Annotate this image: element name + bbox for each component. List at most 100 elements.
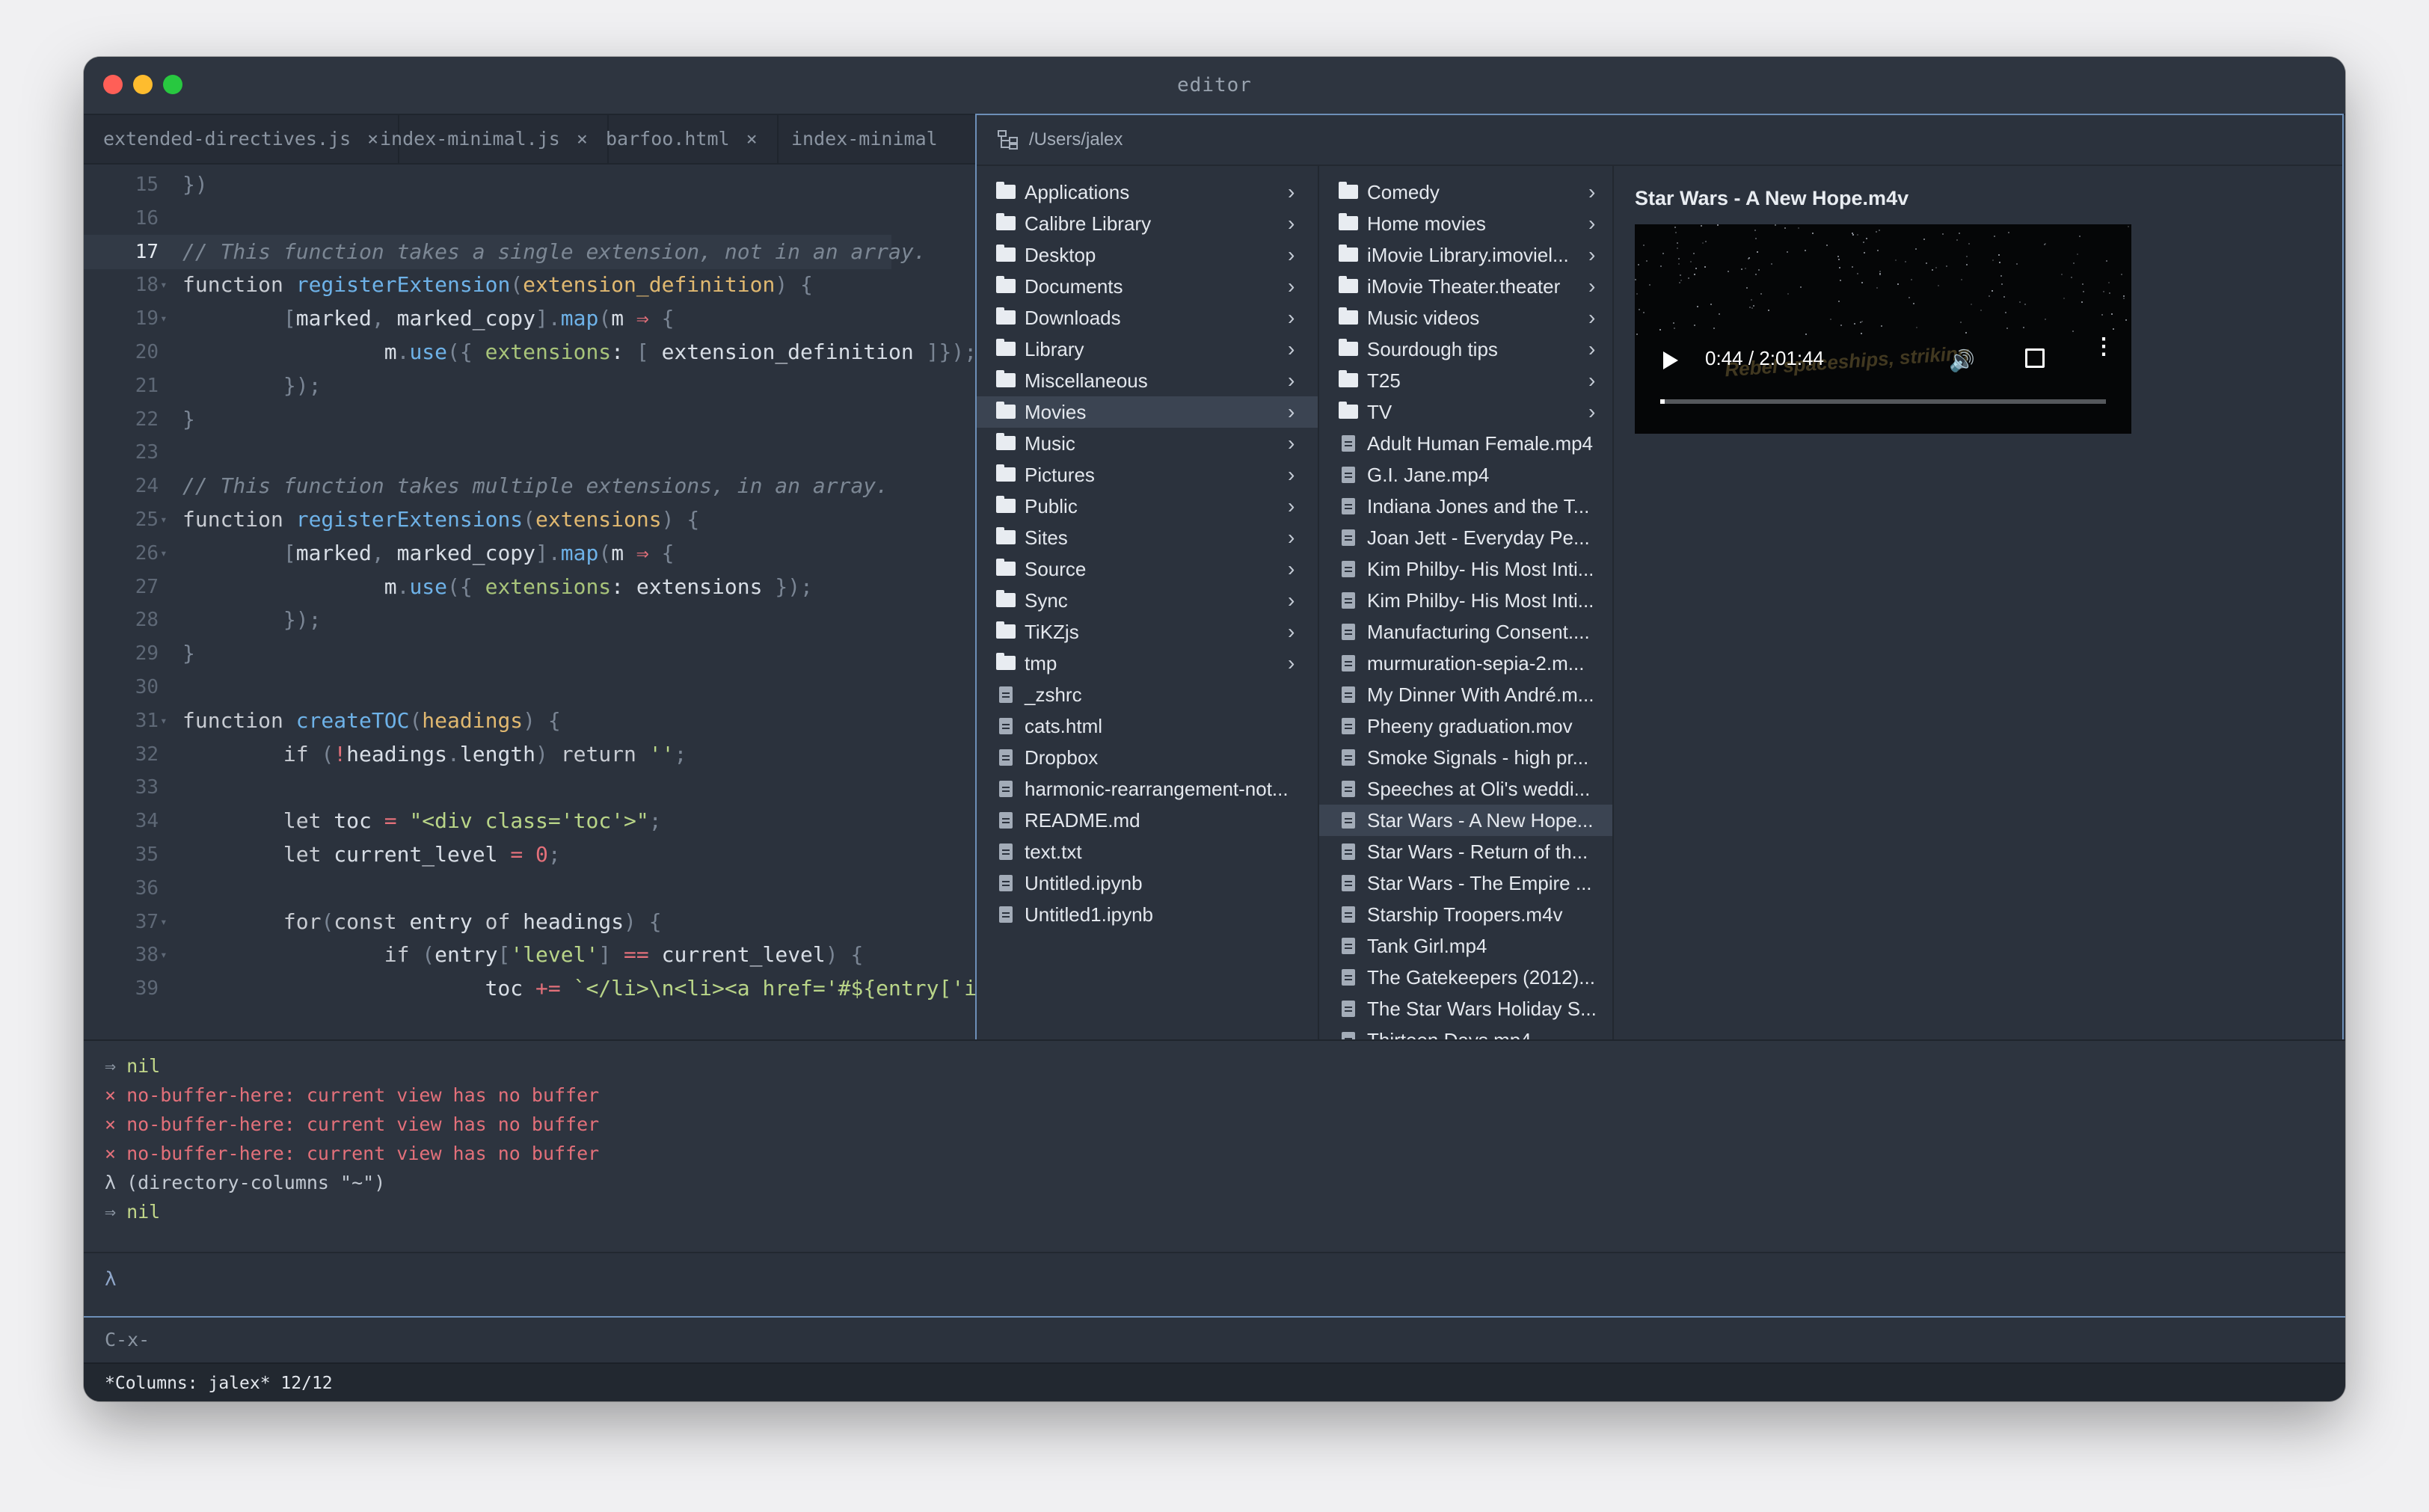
code-line[interactable]: 31 ▾ function createTOC(headings) { [84,704,975,738]
fold-toggle-icon[interactable]: ▾ [160,938,168,972]
fold-toggle-icon[interactable]: ▾ [160,301,168,336]
code-line[interactable]: 33 [84,770,975,805]
fold-toggle-icon[interactable]: ▾ [160,268,168,302]
code-line[interactable]: 19 ▾ [marked, marked_copy].map(m ⇒ { [84,301,975,336]
code-area[interactable]: 15}) 16 17 // This function takes a single … [84,165,975,1039]
code-line[interactable]: 27 m.use({ extensions: extensions }); [84,570,975,604]
code-line[interactable]: 24 // This function takes multiple extens… [84,469,975,503]
file-item[interactable]: Starship Troopers.m4v [1319,899,1612,930]
file-item[interactable]: cats.html [977,710,1318,742]
code-line[interactable]: 32 if (!headings.length) return ''; [84,737,975,772]
file-item[interactable]: Tank Girl.mp4 [1319,930,1612,962]
folder-item[interactable]: T25 › [1319,365,1612,396]
folder-item[interactable]: iMovie Theater.theater › [1319,271,1612,302]
file-item[interactable]: Kim Philby- His Most Inti... [1319,585,1612,616]
folder-item[interactable]: Calibre Library › [977,208,1318,239]
file-item[interactable]: Kim Philby- His Most Inti... [1319,553,1612,585]
code-line[interactable]: 37 ▾ for(const entry of headings) { [84,905,975,939]
code-line[interactable]: 34 let toc = "<div class='toc'>"; [84,804,975,838]
column-movies[interactable]: Comedy › Home movies › iMovie Library.imovie… [1319,166,1614,1039]
folder-item[interactable]: Applications › [977,176,1318,208]
folder-item[interactable]: TV › [1319,396,1612,428]
more-options-icon[interactable]: ⋮ [2092,336,2115,358]
file-item[interactable]: README.md [977,805,1318,836]
folder-item[interactable]: Desktop › [977,239,1318,271]
file-item[interactable]: Manufacturing Consent.... [1319,616,1612,648]
code-line[interactable]: 39 toc += `</li>\n<li><a href='#${entry[… [84,971,975,1006]
folder-item[interactable]: Comedy › [1319,176,1612,208]
folder-item[interactable]: Sourdough tips › [1319,334,1612,365]
code-line[interactable]: 17 // This function takes a single extens… [84,234,927,269]
code-line[interactable]: 22} [84,402,975,437]
file-item[interactable]: murmuration-sepia-2.m... [1319,648,1612,679]
tab-index-minimal[interactable]: index-minimal [772,115,957,163]
fullscreen-icon[interactable] [2025,348,2045,368]
code-line[interactable]: 18 ▾ function registerExtension(extension_… [84,268,975,302]
video-progress-bar[interactable] [1660,399,2106,404]
folder-item[interactable]: Music videos › [1319,302,1612,334]
file-item[interactable]: text.txt [977,836,1318,867]
fold-toggle-icon[interactable]: ▾ [160,503,168,537]
file-item[interactable]: Thirteen Days.mp4 [1319,1024,1612,1039]
file-item[interactable]: harmonic-rearrangement-not... [977,773,1318,805]
fold-toggle-icon[interactable]: ▾ [160,905,168,939]
repl-prompt[interactable]: λ [84,1252,2345,1316]
file-item[interactable]: Pheeny graduation.mov [1319,710,1612,742]
volume-icon[interactable]: 🔊 [1949,348,1975,373]
code-line[interactable]: 15}) [84,168,975,202]
folder-item[interactable]: Downloads › [977,302,1318,334]
folder-item[interactable]: Library › [977,334,1318,365]
fold-toggle-icon[interactable]: ▾ [160,536,168,571]
folder-item[interactable]: Home movies › [1319,208,1612,239]
code-line[interactable]: 20 m.use({ extensions: [ extension_defin… [84,335,975,369]
code-line[interactable]: 36 [84,871,975,906]
folder-item[interactable]: Documents › [977,271,1318,302]
file-item[interactable]: Speeches at Oli's weddi... [1319,773,1612,805]
tab-extended-directives[interactable]: extended-directives.js × [84,115,400,163]
code-line[interactable]: 26 ▾ [marked, marked_copy].map(m ⇒ { [84,536,975,571]
folder-item[interactable]: tmp › [977,648,1318,679]
folder-item[interactable]: Public › [977,491,1318,522]
file-item[interactable]: Dropbox [977,742,1318,773]
folder-item[interactable]: Pictures › [977,459,1318,491]
video-player[interactable]: Rebel spaceships, striking 0:44 / 2:01:4… [1635,224,2131,434]
file-item[interactable]: Joan Jett - Everyday Pe... [1319,522,1612,553]
file-item[interactable]: Star Wars - The Empire ... [1319,867,1612,899]
folder-item[interactable]: iMovie Library.imoviel... › [1319,239,1612,271]
file-item[interactable]: Star Wars - Return of th... [1319,836,1612,867]
folder-item[interactable]: Music › [977,428,1318,459]
code-line[interactable]: 30 [84,670,975,704]
file-item[interactable]: Untitled.ipynb [977,867,1318,899]
code-line[interactable]: 21 }); [84,369,975,403]
file-item[interactable]: The Gatekeepers (2012)... [1319,962,1612,993]
code-line[interactable]: 28 }); [84,603,975,637]
file-item[interactable]: Star Wars - A New Hope... [1319,805,1612,836]
tab-index-minimal-js[interactable]: index-minimal.js × [360,115,609,163]
code-line[interactable]: 38 ▾ if (entry['level'] == current_level)… [84,938,975,972]
tab-barfoo-html[interactable]: barfoo.html × [586,115,779,163]
file-item[interactable]: The Star Wars Holiday S... [1319,993,1612,1024]
file-item[interactable]: Smoke Signals - high pr... [1319,742,1612,773]
folder-item[interactable]: TiKZjs › [977,616,1318,648]
folder-item[interactable]: Sites › [977,522,1318,553]
code-line[interactable]: 16 [84,201,975,236]
file-item[interactable]: Untitled1.ipynb [977,899,1318,930]
folder-item[interactable]: Sync › [977,585,1318,616]
code-line[interactable]: 23 [84,435,975,470]
folder-item[interactable]: Source › [977,553,1318,585]
fold-toggle-icon[interactable]: ▾ [160,704,168,738]
code-line[interactable]: 29} [84,636,975,671]
play-icon[interactable] [1663,351,1678,369]
file-item[interactable]: My Dinner With André.m... [1319,679,1612,710]
file-item[interactable]: Adult Human Female.mp4 [1319,428,1612,459]
file-item[interactable]: G.I. Jane.mp4 [1319,459,1612,491]
code-line[interactable]: 25 ▾ function registerExtensions(extension… [84,503,975,537]
file-item[interactable]: Indiana Jones and the T... [1319,491,1612,522]
folder-item[interactable]: Miscellaneous › [977,365,1318,396]
column-home[interactable]: Applications › Calibre Library › Desktop › Doc… [977,166,1319,1039]
folder-item[interactable]: Movies › [977,396,1318,428]
file-item[interactable]: _zshrc [977,679,1318,710]
code-editor[interactable]: extended-directives.js × index-minimal.js… [84,115,975,1039]
close-tab-icon[interactable]: × [746,128,758,150]
code-line[interactable]: 35 let current_level = 0; [84,838,975,872]
